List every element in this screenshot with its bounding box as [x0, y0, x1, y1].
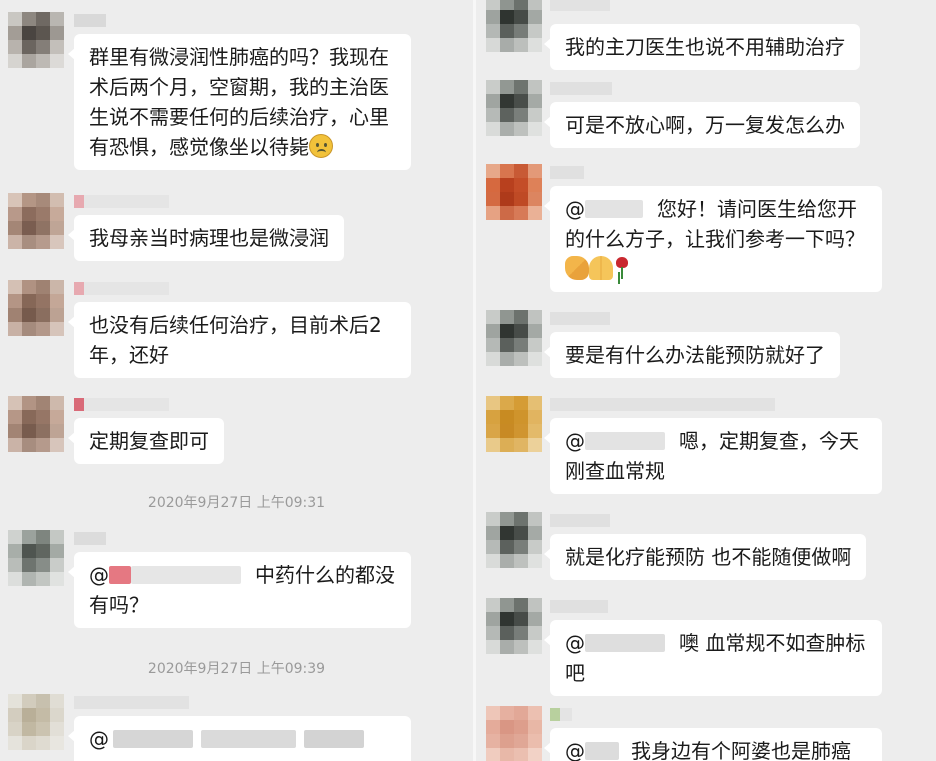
message-text: 我母亲当时病理也是微浸润	[89, 226, 329, 250]
sender-name-blurred	[74, 532, 106, 545]
mention-name-blurred	[131, 566, 241, 584]
mention-at: @	[89, 563, 109, 587]
message-text: 定期复查即可	[89, 429, 209, 453]
mention-name-blurred	[201, 730, 296, 748]
sender-name-blurred	[74, 696, 189, 709]
avatar[interactable]	[8, 12, 64, 68]
sender-name-blurred	[550, 82, 612, 95]
message-text: 要是有什么办法能预防就好了	[565, 343, 825, 367]
avatar[interactable]	[8, 530, 64, 586]
mention-at: @	[89, 727, 109, 751]
mention-at: @	[565, 197, 585, 221]
message-bubble[interactable]: 要是有什么办法能预防就好了	[544, 332, 840, 378]
message-bubble[interactable]: 定期复查即可	[68, 418, 224, 464]
sender-name-blurred	[74, 282, 169, 295]
sender-name-blurred	[550, 166, 584, 179]
sender-name-blurred	[550, 514, 610, 527]
message-bubble[interactable]: 群里有微浸润性肺癌的吗？我现在术后两个月，空窗期，我的主治医生说不需要任何的后续…	[68, 34, 411, 170]
avatar[interactable]	[486, 706, 542, 761]
message-bubble[interactable]: 就是化疗能预防 也不能随便做啊	[543, 534, 867, 580]
mention-at: @	[565, 631, 585, 655]
message-text: 可是不放心啊，万一复发怎么办	[565, 113, 845, 137]
sender-name-blurred	[74, 14, 106, 27]
message-bubble[interactable]: 也没有后续任何治疗，目前术后2年，还好	[68, 302, 411, 378]
avatar[interactable]	[486, 310, 542, 366]
timestamp: 2020年9月27日 上午09:39	[147, 661, 326, 677]
message-text: 群里有微浸润性肺癌的吗？我现在术后两个月，空窗期，我的主治医生说不需要任何的后续…	[89, 45, 389, 159]
sad-face-emoji	[309, 134, 333, 158]
timestamp: 2020年9月27日 上午09:31	[147, 495, 326, 511]
chat-screenshot-composite: 群里有微浸润性肺癌的吗？我现在术后两个月，空窗期，我的主治医生说不需要任何的后续…	[0, 0, 936, 761]
sender-name-blurred	[74, 398, 169, 411]
message-bubble[interactable]: @ 噢 血常规不如查肿标吧	[544, 620, 882, 696]
sender-name-blurred	[550, 708, 572, 721]
chat-panel-right[interactable]: 我的主刀医生也说不用辅助治疗 可是不放心啊，万一复发怎么办 @ 您好！请问医生给…	[476, 0, 936, 761]
message-bubble[interactable]: @ 中药什么的都没有吗？	[68, 552, 411, 628]
sender-name-blurred	[550, 600, 608, 613]
sender-name-blurred	[550, 398, 775, 411]
message-bubble[interactable]: 我的主刀医生也说不用辅助治疗	[544, 24, 860, 70]
mention-name-blurred	[304, 730, 364, 748]
avatar[interactable]	[486, 512, 542, 568]
avatar[interactable]	[486, 396, 542, 452]
chat-panel-left[interactable]: 群里有微浸润性肺癌的吗？我现在术后两个月，空窗期，我的主治医生说不需要任何的后续…	[0, 0, 473, 761]
sender-name-blurred	[74, 195, 169, 208]
message-bubble[interactable]: @ 嗯，定期复查，今天刚查血常规	[544, 418, 882, 494]
message-bubble[interactable]: @ 我身边有个阿婆也是肺癌	[544, 728, 882, 761]
message-bubble[interactable]: @	[68, 716, 411, 761]
avatar[interactable]	[8, 694, 64, 750]
mention-name-blurred	[109, 566, 131, 584]
mention-at: @	[565, 429, 585, 453]
mention-name-blurred	[585, 742, 619, 760]
sender-name-blurred	[550, 312, 610, 325]
avatar[interactable]	[8, 193, 64, 249]
sender-name-blurred	[550, 0, 610, 11]
mention-name-blurred	[585, 634, 665, 652]
mention-name-blurred	[585, 432, 665, 450]
avatar[interactable]	[486, 598, 542, 654]
mention-name-blurred	[113, 730, 193, 748]
message-text: 我的主刀医生也说不用辅助治疗	[565, 35, 845, 59]
mention-name-blurred	[585, 200, 643, 218]
message-text: 我身边有个阿婆也是肺癌	[631, 739, 851, 761]
message-bubble[interactable]: @ 您好！请问医生给您开的什么方子，让我们参考一下吗？	[544, 186, 882, 292]
rose-emoji	[613, 256, 631, 280]
avatar[interactable]	[486, 164, 542, 220]
message-text: 也没有后续任何治疗，目前术后2年，还好	[89, 313, 382, 367]
message-bubble[interactable]: 我母亲当时病理也是微浸润	[68, 215, 344, 261]
avatar[interactable]	[486, 80, 542, 136]
message-text: 就是化疗能预防 也不能随便做啊	[565, 545, 852, 569]
pray-emoji	[589, 256, 613, 280]
handshake-emoji	[565, 256, 589, 280]
avatar[interactable]	[486, 0, 542, 52]
avatar[interactable]	[8, 280, 64, 336]
mention-at: @	[565, 739, 585, 761]
avatar[interactable]	[8, 396, 64, 452]
message-bubble[interactable]: 可是不放心啊，万一复发怎么办	[544, 102, 860, 148]
